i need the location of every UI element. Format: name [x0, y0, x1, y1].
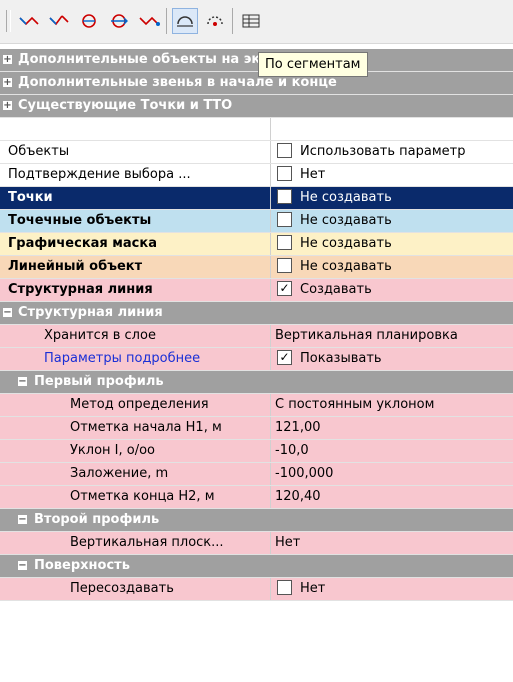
property-value[interactable]: Вертикальная планировка	[270, 325, 513, 347]
property-value[interactable]: Не создавать	[270, 256, 513, 278]
property-label: Объекты	[8, 144, 70, 159]
expand-icon[interactable]: +	[3, 101, 12, 111]
property-value[interactable]: 120,40	[270, 486, 513, 508]
category-additional-objects[interactable]: + Дополнительные объекты на эквидистанте	[0, 49, 513, 72]
category-label: Поверхность	[34, 558, 130, 573]
toolbar-grip[interactable]	[6, 10, 11, 32]
checkbox[interactable]	[277, 258, 292, 273]
toolbar	[0, 0, 513, 44]
property-value[interactable]: -100,000	[270, 463, 513, 485]
category-second-profile[interactable]: − Второй профиль	[0, 509, 513, 532]
row-objects[interactable]: Объекты Использовать параметр	[0, 141, 513, 164]
collapse-icon[interactable]: −	[18, 561, 27, 571]
property-value[interactable]: Не создавать	[270, 187, 513, 209]
blank-cell	[270, 118, 513, 140]
row-graphic-mask[interactable]: Графическая маска Не создавать	[0, 233, 513, 256]
expand-icon[interactable]: +	[3, 78, 12, 88]
property-label: Подтверждение выбора ...	[8, 167, 191, 182]
checkbox[interactable]	[277, 189, 292, 204]
row-offset[interactable]: Заложение, m -100,000	[0, 463, 513, 486]
property-label: Точечные объекты	[8, 213, 152, 228]
property-label: Хранится в слое	[44, 328, 156, 343]
property-value[interactable]: С постоянным уклоном	[270, 394, 513, 416]
collapse-icon[interactable]: −	[18, 377, 27, 387]
property-value[interactable]: ✓ Показывать	[270, 348, 513, 370]
tooltip: По сегментам	[258, 52, 368, 77]
arc-arrows-icon[interactable]	[106, 8, 132, 34]
category-first-profile[interactable]: − Первый профиль	[0, 371, 513, 394]
checkbox[interactable]	[277, 580, 292, 595]
row-confirm[interactable]: Подтверждение выбора ... Нет	[0, 164, 513, 187]
property-label: Параметры подробнее	[44, 351, 201, 366]
category-label: Первый профиль	[34, 374, 164, 389]
property-value[interactable]: ✓ Создавать	[270, 279, 513, 301]
property-label: Пересоздавать	[70, 581, 174, 596]
property-value[interactable]: Нет	[270, 578, 513, 600]
property-value[interactable]: Не создавать	[270, 210, 513, 232]
property-value[interactable]: 121,00	[270, 417, 513, 439]
property-label: Вертикальная плоск...	[70, 535, 224, 550]
category-label: Существующие Точки и ТТО	[18, 98, 233, 113]
property-label: Графическая маска	[8, 236, 157, 251]
category-surface[interactable]: − Поверхность	[0, 555, 513, 578]
property-label: Точки	[8, 190, 53, 205]
row-vertical-plane[interactable]: Вертикальная плоск... Нет	[0, 532, 513, 555]
arc-point-icon[interactable]	[76, 8, 102, 34]
checkbox-checked[interactable]: ✓	[277, 350, 292, 365]
row-structural-line[interactable]: Структурная линия ✓ Создавать	[0, 279, 513, 302]
checkbox[interactable]	[277, 212, 292, 227]
row-elev-start[interactable]: Отметка начала H1, м 121,00	[0, 417, 513, 440]
property-value[interactable]: Нет	[270, 532, 513, 554]
segment-end-icon[interactable]	[136, 8, 162, 34]
property-label: Структурная линия	[8, 282, 153, 297]
segment-arrow-icon[interactable]	[16, 8, 42, 34]
row-params-more[interactable]: Параметры подробнее ✓ Показывать	[0, 348, 513, 371]
category-label: Структурная линия	[18, 305, 163, 320]
category-existing-points[interactable]: + Существующие Точки и ТТО	[0, 95, 513, 118]
row-slope[interactable]: Уклон I, о/оо -10,0	[0, 440, 513, 463]
property-value[interactable]: Не создавать	[270, 233, 513, 255]
property-value[interactable]: Использовать параметр	[270, 141, 513, 163]
checkbox[interactable]	[277, 166, 292, 181]
property-grid: + Дополнительные объекты на эквидистанте…	[0, 49, 513, 601]
row-recreate[interactable]: Пересоздавать Нет	[0, 578, 513, 601]
row-point-objects[interactable]: Точечные объекты Не создавать	[0, 210, 513, 233]
property-label: Уклон I, о/оо	[70, 443, 156, 458]
collapse-icon[interactable]: −	[3, 308, 12, 318]
category-label: Второй профиль	[34, 512, 160, 527]
segment-break-icon[interactable]	[46, 8, 72, 34]
row-points[interactable]: Точки Не создавать	[0, 187, 513, 210]
by-segments-icon[interactable]	[172, 8, 198, 34]
property-label: Линейный объект	[8, 259, 143, 274]
property-value[interactable]: -10,0	[270, 440, 513, 462]
checkbox-checked[interactable]: ✓	[277, 281, 292, 296]
segments-gear-icon[interactable]	[202, 8, 228, 34]
property-label: Отметка конца H2, м	[70, 489, 215, 504]
property-label: Отметка начала H1, м	[70, 420, 222, 435]
row-linear-object[interactable]: Линейный объект Не создавать	[0, 256, 513, 279]
checkbox[interactable]	[277, 143, 292, 158]
category-additional-links[interactable]: + Дополнительные звенья в начале и конце	[0, 72, 513, 95]
table-icon[interactable]	[238, 8, 264, 34]
property-label: Метод определения	[70, 397, 209, 412]
row-method[interactable]: Метод определения С постоянным уклоном	[0, 394, 513, 417]
row-elev-end[interactable]: Отметка конца H2, м 120,40	[0, 486, 513, 509]
checkbox[interactable]	[277, 235, 292, 250]
collapse-icon[interactable]: −	[18, 515, 27, 525]
blank-row	[0, 118, 513, 141]
category-structural-line[interactable]: − Структурная линия	[0, 302, 513, 325]
expand-icon[interactable]: +	[3, 55, 12, 65]
row-stored-layer[interactable]: Хранится в слое Вертикальная планировка	[0, 325, 513, 348]
property-value[interactable]: Нет	[270, 164, 513, 186]
property-label: Заложение, m	[70, 466, 169, 481]
